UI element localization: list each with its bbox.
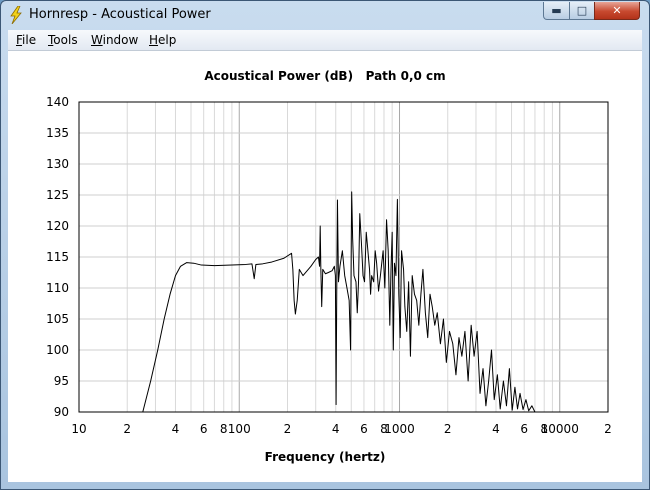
maximize-icon: □ bbox=[576, 4, 588, 17]
x-tick-label: 2 bbox=[444, 422, 452, 436]
x-tick-label: 100 bbox=[228, 422, 251, 436]
x-tick-label: 4 bbox=[332, 422, 340, 436]
x-tick-label: 10 bbox=[71, 422, 86, 436]
y-tick-label: 110 bbox=[46, 281, 69, 295]
lightning-icon bbox=[10, 6, 22, 24]
app-window: Hornresp - Acoustical Power ▬ □ ✕ File T… bbox=[0, 0, 650, 490]
minimize-button[interactable]: ▬ bbox=[543, 2, 570, 20]
y-tick-label: 140 bbox=[46, 95, 69, 109]
x-tick-label: 8 bbox=[220, 422, 228, 436]
x-axis-title: Frequency (hertz) bbox=[264, 450, 386, 464]
menu-help[interactable]: Help bbox=[149, 33, 176, 47]
close-button[interactable]: ✕ bbox=[594, 2, 640, 20]
x-tick-label: 6 bbox=[200, 422, 208, 436]
x-tick-label: 6 bbox=[520, 422, 528, 436]
menu-window[interactable]: Window bbox=[91, 33, 138, 47]
close-icon: ✕ bbox=[612, 4, 622, 17]
x-tick-label: 10000 bbox=[541, 422, 579, 436]
y-tick-label: 105 bbox=[46, 312, 69, 326]
x-tick-label: 4 bbox=[172, 422, 180, 436]
maximize-button[interactable]: □ bbox=[569, 2, 595, 20]
y-tick-label: 120 bbox=[46, 219, 69, 233]
x-tick-label: 2 bbox=[284, 422, 292, 436]
menu-file[interactable]: File bbox=[16, 33, 36, 47]
minimize-icon: ▬ bbox=[551, 4, 562, 17]
y-tick-label: 90 bbox=[54, 405, 69, 419]
acoustical-power-chart: 140135130125120115110105100959010 2 4 6 8 100… bbox=[46, 95, 612, 436]
y-tick-label: 125 bbox=[46, 188, 69, 202]
y-tick-label: 100 bbox=[46, 343, 69, 357]
x-tick-label: 2 bbox=[604, 422, 612, 436]
menu-tools[interactable]: Tools bbox=[48, 33, 78, 47]
x-tick-label: 1000 bbox=[384, 422, 415, 436]
y-tick-label: 95 bbox=[54, 374, 69, 388]
title-bar[interactable]: Hornresp - Acoustical Power ▬ □ ✕ bbox=[1, 1, 649, 30]
chart-area: Acoustical Power (dB) Path 0,0 cm 140 135… bbox=[8, 51, 642, 482]
y-tick-label: 135 bbox=[46, 126, 69, 140]
x-tick-label: 4 bbox=[492, 422, 500, 436]
x-tick-label: 2 bbox=[123, 422, 131, 436]
menu-bar: File Tools Window Help bbox=[8, 30, 642, 51]
y-tick-label: 115 bbox=[46, 250, 69, 264]
y-tick-label: 130 bbox=[46, 157, 69, 171]
window-title: Hornresp - Acoustical Power bbox=[29, 7, 211, 22]
x-tick-label: 6 bbox=[360, 422, 368, 436]
